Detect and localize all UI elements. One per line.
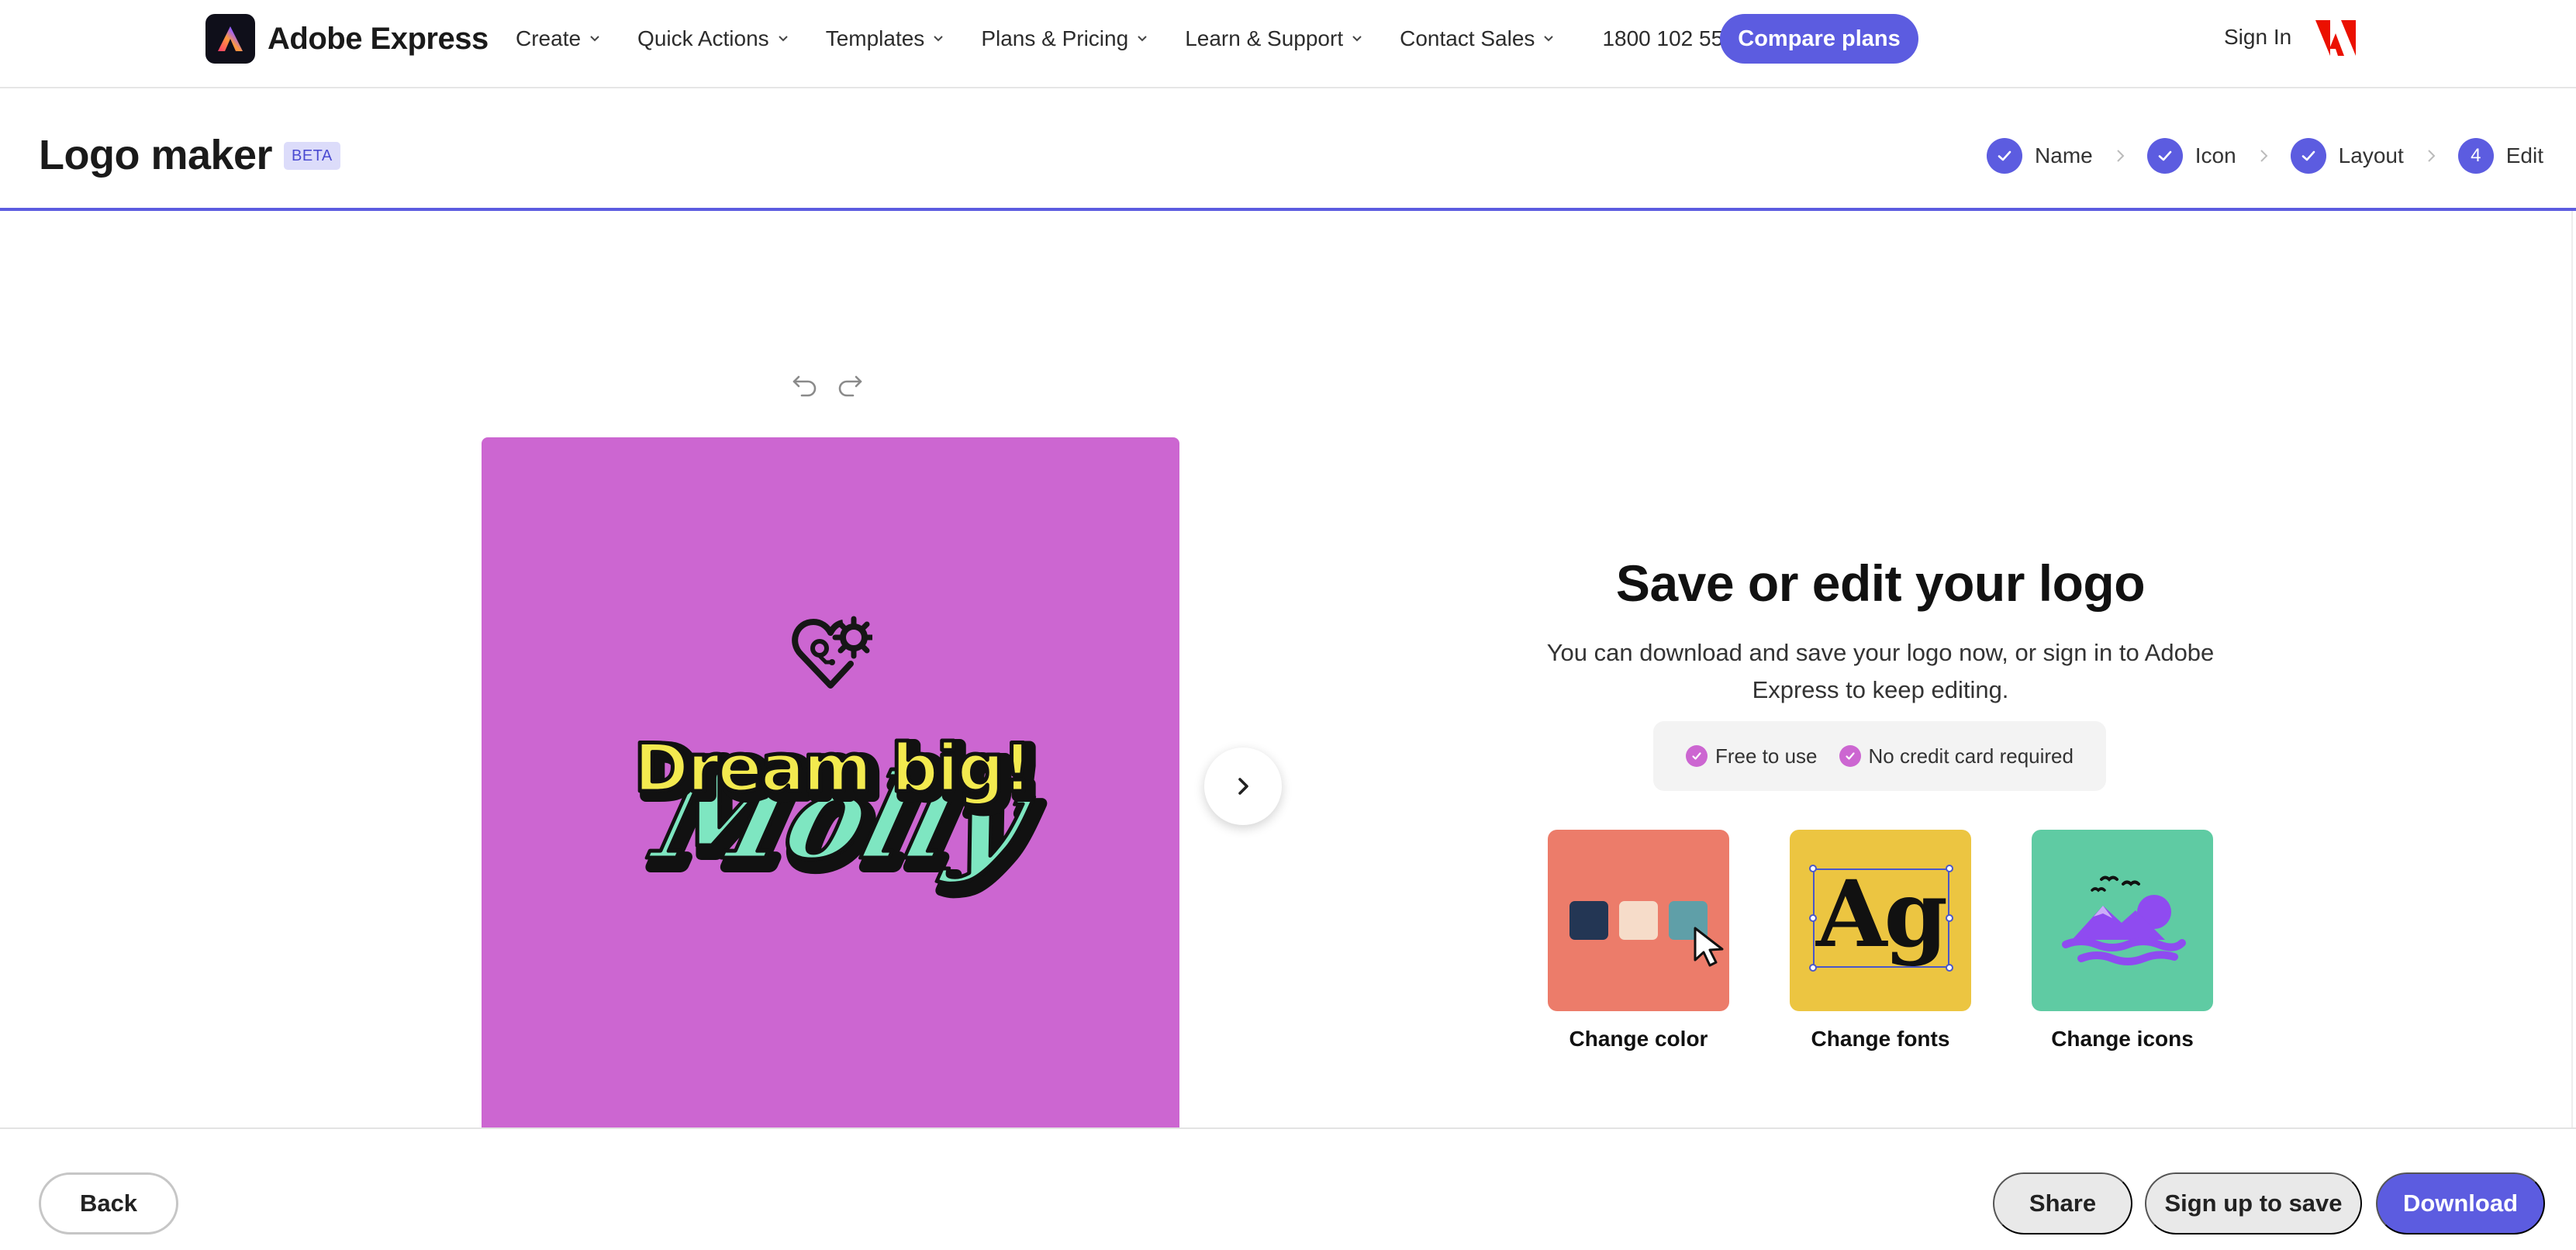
cursor-icon [1694, 927, 1724, 967]
swatch-navy [1569, 901, 1608, 940]
check-circle-icon [1839, 745, 1861, 767]
landscape-icon [2032, 830, 2213, 1011]
perk-label: No credit card required [1868, 744, 2074, 768]
history-controls [788, 368, 878, 402]
option-label: Change fonts [1811, 1027, 1950, 1051]
nav-item-label: Contact Sales [1400, 26, 1535, 50]
nav-item-label: Create [516, 26, 582, 50]
bottom-action-bar: Back Share Sign up to save Download [0, 1127, 2576, 1250]
chevron-right-icon [1238, 778, 1248, 795]
perk-label: Free to use [1715, 744, 1818, 768]
change-color-option[interactable]: Change color [1548, 830, 1729, 1051]
share-button[interactable]: Share [1993, 1172, 2132, 1234]
chevron-down-icon [934, 36, 944, 42]
main-menu: Create Quick Actions Templates Plans & P… [516, 23, 1809, 54]
chevron-right-icon [2428, 150, 2436, 162]
logo-headline: Dream big! [634, 732, 1031, 807]
page-title: Logo maker [39, 132, 273, 178]
sign-up-to-save-button[interactable]: Sign up to save [2145, 1172, 2362, 1234]
nav-item-contact-sales[interactable]: Contact Sales [1400, 23, 1556, 54]
perk-no-card: No credit card required [1839, 744, 2074, 768]
chevron-right-icon [2260, 150, 2268, 162]
perk-free: Free to use [1686, 744, 1818, 768]
color-swatches-icon [1548, 830, 1729, 1011]
option-label: Change icons [2051, 1027, 2194, 1051]
redo-icon [838, 375, 862, 397]
logo-wordmark: Molly Molly Dream big! Dream big! [632, 732, 1048, 900]
download-button[interactable]: Download [2376, 1172, 2545, 1234]
step-label: Name [2035, 143, 2093, 167]
redo-button[interactable] [833, 368, 867, 402]
check-icon [2146, 138, 2183, 174]
nav-item-templates[interactable]: Templates [826, 23, 946, 54]
next-variation-button[interactable] [1204, 748, 1282, 825]
back-button[interactable]: Back [39, 1172, 178, 1234]
nav-item-label: Quick Actions [637, 26, 769, 50]
chevron-down-icon [778, 36, 788, 42]
nav-item-label: Learn & Support [1185, 26, 1344, 50]
sign-in-link[interactable]: Sign In [2224, 25, 2291, 50]
step-label: Icon [2194, 143, 2236, 167]
chevron-down-icon [1544, 36, 1554, 42]
nav-item-quick-actions[interactable]: Quick Actions [637, 23, 790, 54]
page-scrollbar-track[interactable] [2571, 211, 2573, 1127]
chevron-down-icon [590, 36, 599, 42]
beta-badge: BETA [284, 142, 340, 170]
progress-steps: Name Icon Layout 4 Edit [1987, 138, 2543, 174]
nav-item-create[interactable]: Create [516, 23, 602, 54]
nav-item-label: Plans & Pricing [981, 26, 1129, 50]
check-circle-icon [1686, 745, 1708, 767]
brand[interactable]: Adobe Express [205, 14, 489, 64]
nav-item-label: Templates [825, 26, 925, 50]
heart-gear-icon [792, 616, 872, 689]
step-label: Edit [2505, 143, 2543, 167]
undo-icon [792, 375, 817, 397]
step-number: 4 [2457, 138, 2494, 174]
step-label: Layout [2338, 143, 2404, 167]
check-icon [1987, 138, 2023, 174]
change-icons-option[interactable]: Change icons [2032, 830, 2213, 1051]
adobe-logo-icon[interactable] [2315, 20, 2356, 56]
brand-name: Adobe Express [268, 21, 489, 56]
chevron-down-icon [1352, 36, 1362, 42]
selection-box [1809, 865, 1953, 972]
logo-preview[interactable]: Molly Molly Dream big! Dream big! [482, 437, 1179, 1127]
adobe-express-logo-icon [205, 14, 255, 64]
panel-title: Save or edit your logo [1615, 554, 2146, 612]
font-sample-icon: Ag [1790, 830, 1971, 1011]
perks-banner: Free to use No credit card required [1653, 721, 2106, 791]
panel-description: You can download and save your logo now,… [1546, 639, 2215, 703]
chevron-right-icon [2117, 150, 2125, 162]
step-icon[interactable]: Icon [2146, 138, 2236, 174]
undo-button[interactable] [788, 368, 822, 402]
top-navigation: Adobe Express Create Quick Actions Templ… [0, 0, 2576, 88]
logo-maker-header: Logo maker BETA Name Icon Layout 4 Edit [0, 88, 2576, 211]
swatch-peach [1619, 901, 1658, 940]
step-layout[interactable]: Layout [2290, 138, 2404, 174]
nav-item-learn-support[interactable]: Learn & Support [1185, 23, 1364, 54]
nav-item-plans-pricing[interactable]: Plans & Pricing [981, 23, 1149, 54]
edit-options: Change color Ag Change fonts Change icon… [1548, 830, 2213, 1051]
step-name[interactable]: Name [1987, 138, 2093, 174]
option-label: Change color [1569, 1027, 1708, 1051]
step-edit[interactable]: 4 Edit [2457, 138, 2543, 174]
compare-plans-button[interactable]: Compare plans [1720, 14, 1918, 64]
change-fonts-option[interactable]: Ag Change fonts [1790, 830, 1971, 1051]
chevron-down-icon [1138, 36, 1147, 42]
check-icon [2290, 138, 2326, 174]
